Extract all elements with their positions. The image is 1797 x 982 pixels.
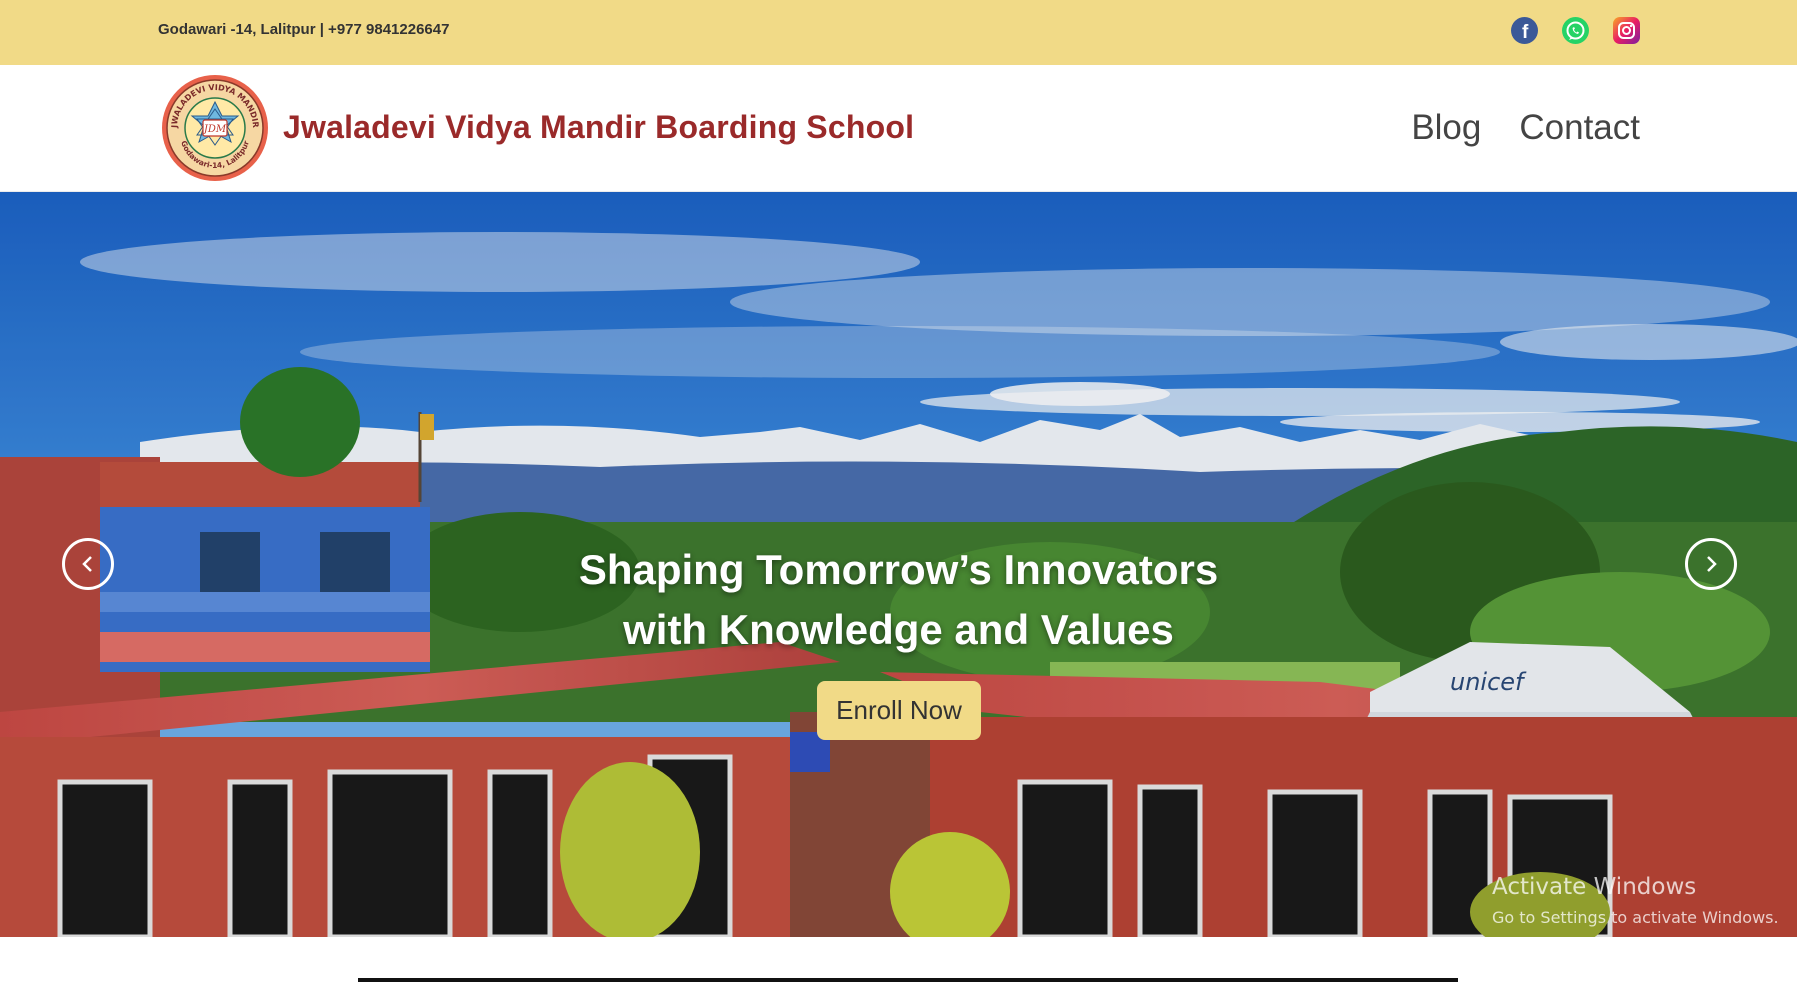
section-divider	[358, 978, 1458, 982]
enroll-now-button[interactable]: Enroll Now	[817, 681, 981, 740]
social-links: f	[1511, 17, 1640, 44]
logo-monogram: JDM	[202, 124, 227, 135]
address-phone-text: Godawari -14, Lalitpur | +977 9841226647	[158, 21, 450, 38]
svg-text:f: f	[1522, 22, 1529, 43]
school-logo[interactable]: JWALADEVI VIDYA MANDIR Godawari-14, Lali…	[160, 73, 270, 183]
hero-headline-line1: Shaping Tomorrow’s Innovators	[578, 546, 1219, 593]
nav-blog[interactable]: Blog	[1411, 108, 1481, 148]
instagram-icon[interactable]	[1613, 17, 1640, 44]
hero-headline: Shaping Tomorrow’s Innovators with Knowl…	[0, 540, 1797, 660]
watermark-title: Activate Windows	[1492, 874, 1697, 900]
site-header: JWALADEVI VIDYA MANDIR Godawari-14, Lali…	[0, 65, 1797, 192]
hero-slider: unicef Shaping Tomorrow’s Innovators wit…	[0, 192, 1797, 937]
top-info-bar: Godawari -14, Lalitpur | +977 9841226647…	[0, 0, 1797, 65]
watermark-subtitle: Go to Settings to activate Windows.	[1492, 908, 1779, 927]
hero-headline-line2: with Knowledge and Values	[623, 606, 1174, 653]
main-nav: Blog Contact	[1411, 108, 1640, 148]
whatsapp-icon[interactable]	[1562, 17, 1589, 44]
school-name[interactable]: Jwaladevi Vidya Mandir Boarding School	[283, 109, 914, 146]
windows-activation-watermark: Activate Windows Go to Settings to activ…	[1492, 874, 1779, 927]
nav-contact[interactable]: Contact	[1519, 108, 1640, 148]
facebook-icon[interactable]: f	[1511, 17, 1538, 44]
